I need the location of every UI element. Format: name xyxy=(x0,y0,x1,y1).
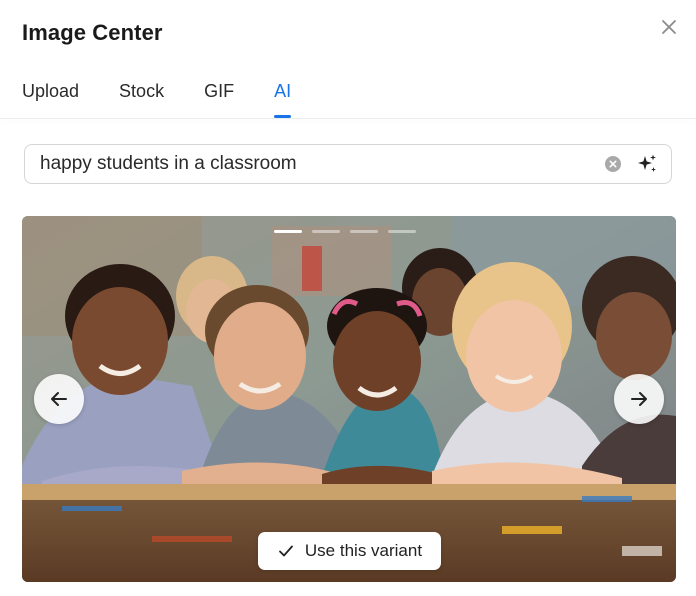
tab-bar: Upload Stock GIF AI xyxy=(22,78,331,118)
carousel-indicator[interactable] xyxy=(312,230,340,233)
arrow-left-icon xyxy=(51,392,67,406)
tab-ai[interactable]: AI xyxy=(274,78,292,118)
tab-stock[interactable]: Stock xyxy=(119,78,164,118)
carousel-indicator[interactable] xyxy=(350,230,378,233)
clear-icon xyxy=(609,160,617,168)
sparkle-icon xyxy=(638,154,656,172)
tabs-divider xyxy=(0,118,696,119)
image-carousel: Use this variant xyxy=(22,216,676,582)
generate-button[interactable] xyxy=(635,152,659,176)
close-icon xyxy=(662,20,676,34)
image-center-dialog: Image Center Upload Stock GIF AI happy s… xyxy=(0,0,696,596)
generated-image xyxy=(22,216,676,582)
use-variant-label: Use this variant xyxy=(304,541,423,560)
close-button[interactable] xyxy=(656,14,682,40)
dialog-title: Image Center xyxy=(22,20,163,45)
next-slide-button[interactable] xyxy=(614,374,664,424)
clear-button[interactable] xyxy=(605,156,621,172)
dialog-header: Image Center xyxy=(0,0,696,70)
carousel-indicator[interactable] xyxy=(388,230,416,233)
tab-upload[interactable]: Upload xyxy=(22,78,79,118)
prompt-search-box xyxy=(24,144,672,184)
tab-gif[interactable]: GIF xyxy=(204,78,234,118)
check-icon xyxy=(277,542,295,560)
carousel-indicator[interactable] xyxy=(274,230,302,233)
use-variant-button[interactable]: Use this variant xyxy=(258,532,441,570)
carousel-indicators xyxy=(22,230,676,233)
arrow-right-icon xyxy=(631,392,647,406)
prompt-input[interactable] xyxy=(25,146,605,182)
previous-slide-button[interactable] xyxy=(34,374,84,424)
